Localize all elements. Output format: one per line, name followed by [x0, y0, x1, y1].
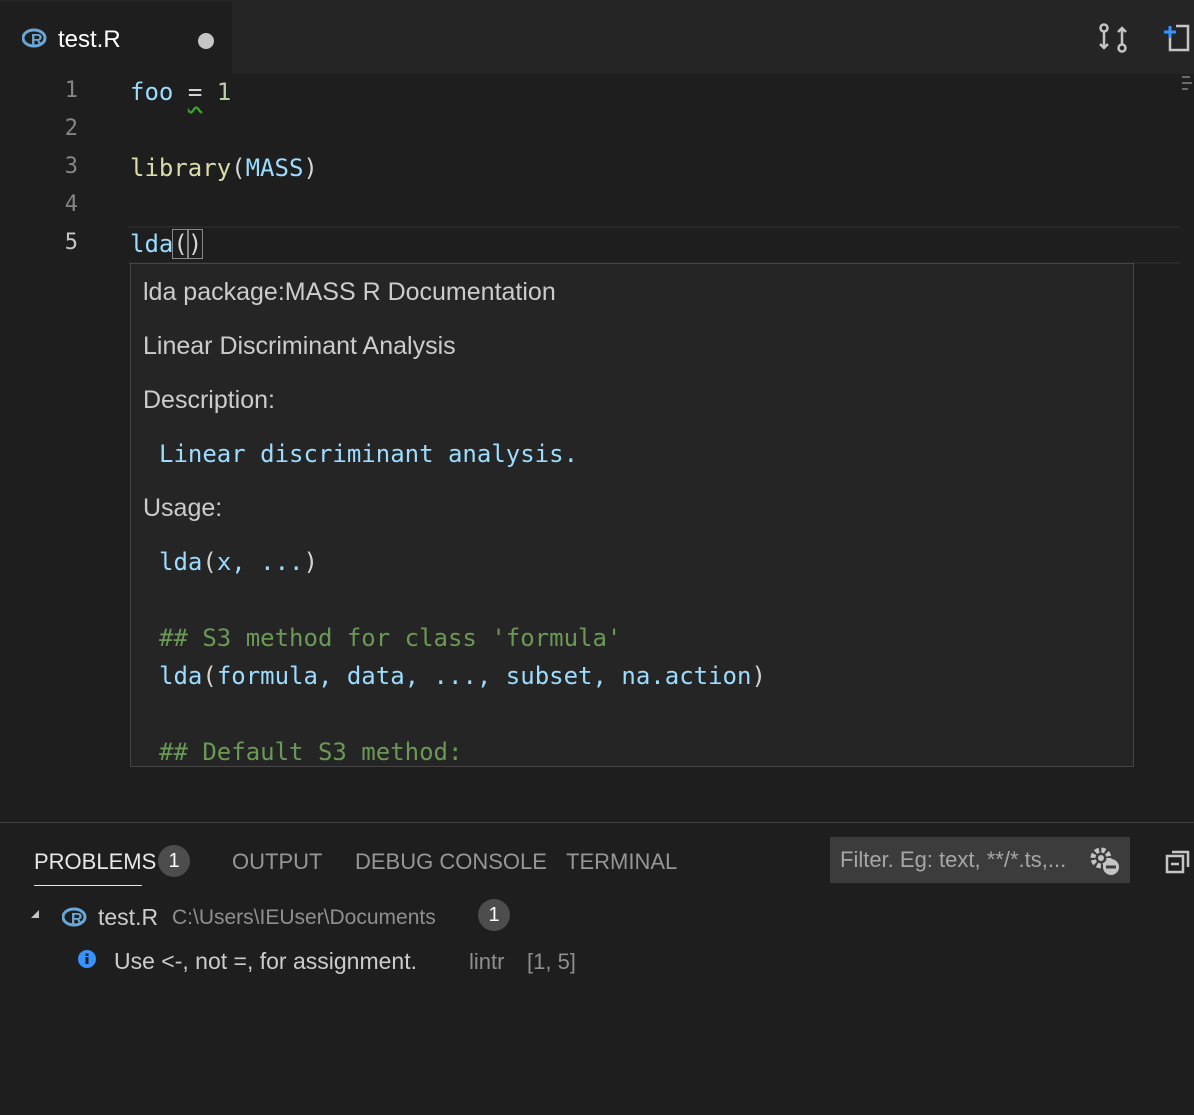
problem-position: [1, 5]: [527, 949, 576, 974]
token-function: lda: [130, 230, 174, 258]
doc-description-label: Description:: [143, 386, 275, 414]
hover-documentation-widget[interactable]: lda package:MASS R Documentation Linear …: [130, 263, 1134, 767]
chevron-down-icon[interactable]: [28, 907, 42, 926]
problems-file-node[interactable]: R test.R C:\Users\IEUser\Documents 1: [0, 899, 1194, 933]
tab-terminal[interactable]: TERMINAL: [566, 849, 677, 875]
code-line-5[interactable]: 5 lda(): [0, 226, 1194, 264]
line-number: 1: [64, 78, 78, 103]
token-number: 1: [216, 78, 232, 106]
collapse-all-icon[interactable]: [1164, 847, 1194, 877]
doc-title: lda package:MASS R Documentation: [143, 278, 556, 306]
tab-output[interactable]: OUTPUT: [232, 849, 322, 875]
token-paren: ): [303, 154, 318, 182]
token-identifier: foo: [130, 78, 174, 106]
svg-text:R: R: [71, 911, 83, 927]
line-number: 3: [64, 154, 78, 179]
tab-debug-console[interactable]: DEBUG CONSOLE: [355, 849, 547, 875]
code-content[interactable]: library(MASS): [130, 154, 318, 182]
tab-problems[interactable]: PROBLEMS: [34, 849, 156, 875]
problem-file-name: test.R: [98, 904, 159, 930]
usage-args: x, ...: [216, 548, 304, 576]
code-line-3[interactable]: 3 library(MASS): [0, 150, 1194, 188]
usage-fn: lda: [159, 548, 203, 576]
token-identifier: MASS: [245, 154, 304, 182]
code-editor[interactable]: 1 foo = 1 2 3 library(MASS) 4 5 lda() ld…: [0, 74, 1194, 822]
token-paren: (: [231, 154, 246, 182]
bottom-panel: PROBLEMS 1 OUTPUT DEBUG CONSOLE TERMINAL: [0, 822, 1194, 1115]
info-icon: [78, 950, 96, 968]
svg-text:R: R: [31, 32, 43, 48]
problems-count-badge: 1: [158, 845, 190, 877]
bracket-match: (: [172, 229, 189, 259]
r-language-icon: R: [21, 28, 48, 53]
bracket-match: ): [186, 229, 204, 259]
editor-tab-test-r[interactable]: R test.R: [0, 2, 232, 74]
problem-message: Use <-, not =, for assignment.: [114, 948, 417, 974]
unsaved-dot-icon[interactable]: [198, 33, 214, 49]
usage-fn: lda: [159, 662, 203, 690]
filter-settings-icon[interactable]: [1086, 843, 1122, 877]
tab-filename: test.R: [58, 26, 121, 53]
doc-description: Linear discriminant analysis.: [159, 440, 579, 468]
doc-subtitle: Linear Discriminant Analysis: [143, 332, 456, 360]
editor-tab-bar: R test.R: [0, 0, 1194, 74]
problem-source: lintr: [469, 949, 505, 974]
filter-input[interactable]: [830, 837, 1096, 883]
problem-file-path: C:\Users\IEUser\Documents: [172, 906, 436, 929]
line-number: 2: [64, 116, 78, 141]
usage-args: formula, data, ..., subset, na.action: [216, 662, 752, 690]
doc-usage-line: lda(formula, data, ..., subset, na.actio…: [159, 662, 766, 690]
code-line-2[interactable]: 2: [0, 112, 1194, 150]
problem-item[interactable]: Use <-, not =, for assignment. lintr [1,…: [0, 943, 1194, 977]
code-content[interactable]: foo = 1: [130, 78, 231, 106]
doc-usage-line: lda(x, ...): [159, 548, 318, 576]
file-problem-count-badge: 1: [478, 899, 510, 931]
active-tab-indicator: [34, 885, 142, 886]
doc-usage-label: Usage:: [143, 494, 223, 522]
line-number: 4: [64, 192, 78, 217]
line-number: 5: [64, 230, 78, 255]
lint-warning-squiggle[interactable]: =: [188, 78, 202, 106]
code-content[interactable]: lda(): [130, 229, 204, 259]
code-line-1[interactable]: 1 foo = 1: [0, 74, 1194, 112]
open-preview-icon[interactable]: [1160, 20, 1194, 56]
problems-filter: [830, 837, 1130, 883]
token-function: library: [130, 154, 232, 182]
open-changes-icon[interactable]: [1096, 20, 1130, 56]
r-language-icon: R: [61, 907, 88, 932]
doc-usage-comment: ## Default S3 method:: [159, 738, 463, 766]
doc-usage-comment: ## S3 method for class 'formula': [159, 624, 622, 652]
code-line-4[interactable]: 4: [0, 188, 1194, 226]
